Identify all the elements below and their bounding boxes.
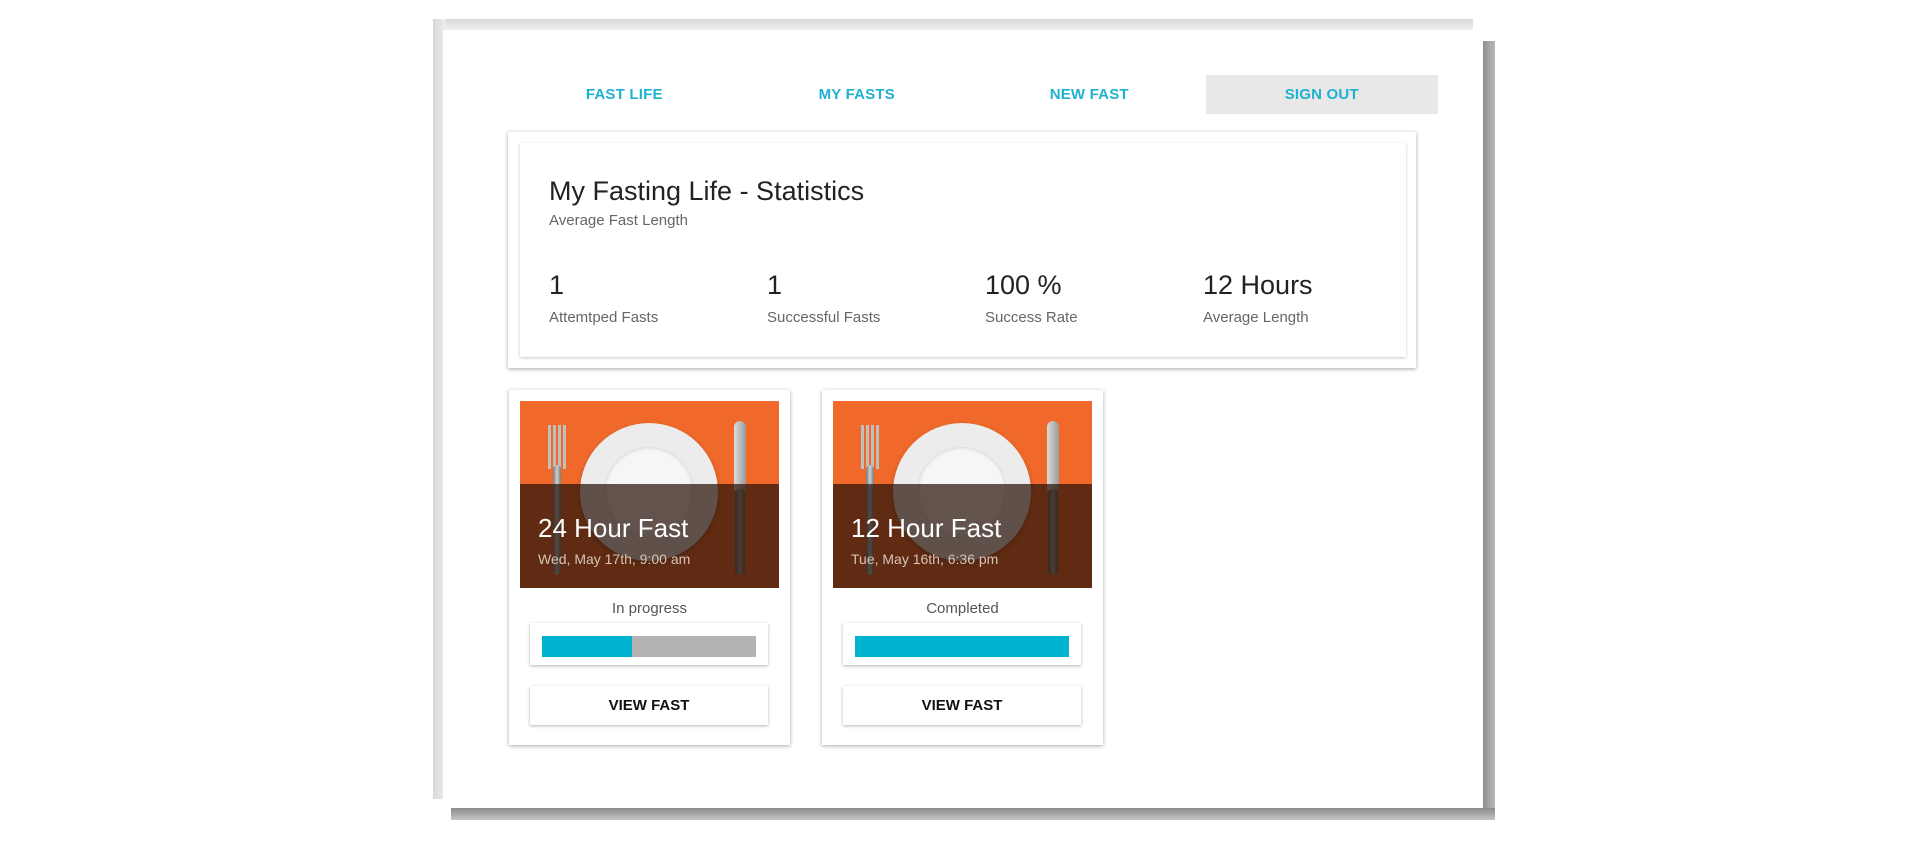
- fast-status: In progress: [611, 600, 688, 617]
- knife-icon: [1047, 421, 1059, 491]
- nav-sign-out[interactable]: SIGN OUT: [1205, 75, 1438, 114]
- progress-bar: [542, 636, 756, 657]
- fork-icon: [548, 425, 566, 469]
- fast-status: Completed: [926, 600, 999, 617]
- stat-value: 12 Hours: [1203, 270, 1313, 300]
- stat-label: Success Rate: [985, 309, 1078, 326]
- stat-value: 100 %: [985, 270, 1062, 300]
- stat-label: Average Length: [1203, 309, 1309, 326]
- stat-label: Attemtped Fasts: [549, 309, 659, 326]
- stat-value: 1: [767, 270, 783, 300]
- fast-card: 24 Hour Fast Wed, May 17th, 9:00 am In p…: [509, 390, 790, 745]
- statistics-title: My Fasting Life - Statistics: [549, 176, 865, 206]
- fast-title: 24 Hour Fast: [538, 513, 689, 543]
- stat-success-rate: 100 % Success Rate: [985, 270, 1078, 326]
- fast-title: 12 Hour Fast: [851, 513, 1002, 543]
- plate-fork-knife-image: 12 Hour Fast Tue, May 16th, 6:36 pm: [833, 401, 1092, 588]
- progress-container: [530, 623, 768, 665]
- knife-icon: [734, 421, 746, 491]
- progress-fill: [855, 636, 1069, 657]
- stat-label: Successful Fasts: [767, 309, 881, 326]
- nav-new-fast[interactable]: NEW FAST: [973, 75, 1206, 114]
- progress-bar: [855, 636, 1069, 657]
- frame-shadow-top: [433, 19, 1473, 30]
- frame-shadow-bottom: [451, 808, 1495, 820]
- progress-fill: [542, 636, 632, 657]
- stat-successful-fasts: 1 Successful Fasts: [767, 270, 880, 326]
- fast-date: Wed, May 17th, 9:00 am: [538, 551, 691, 567]
- nav-my-fasts[interactable]: MY FASTS: [741, 75, 974, 114]
- frame-shadow-right: [1482, 41, 1495, 814]
- progress-container: [843, 623, 1081, 665]
- fork-icon: [861, 425, 879, 469]
- view-fast-button[interactable]: VIEW FAST: [530, 686, 768, 725]
- plate-fork-knife-image: 24 Hour Fast Wed, May 17th, 9:00 am: [520, 401, 779, 588]
- nav-fast-life[interactable]: FAST LIFE: [508, 75, 741, 114]
- stat-value: 1: [549, 270, 565, 300]
- stat-attempted-fasts: 1 Attemtped Fasts: [549, 270, 658, 326]
- view-fast-button[interactable]: VIEW FAST: [843, 686, 1081, 725]
- top-nav: FAST LIFE MY FASTS NEW FAST SIGN OUT: [508, 75, 1438, 114]
- statistics-subtitle: Average Fast Length: [549, 212, 688, 229]
- fast-card: 12 Hour Fast Tue, May 16th, 6:36 pm Comp…: [822, 390, 1103, 745]
- fast-date: Tue, May 16th, 6:36 pm: [851, 551, 999, 567]
- stat-average-length: 12 Hours Average Length: [1203, 270, 1313, 326]
